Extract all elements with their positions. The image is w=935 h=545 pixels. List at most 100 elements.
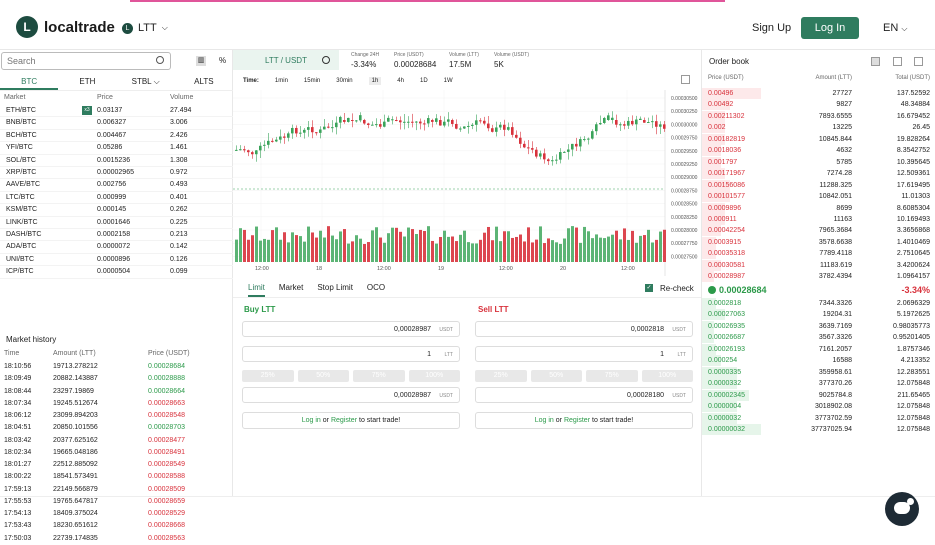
orderbook-row[interactable]: 0.0002818 7344.3326 2.0696329 [702,298,935,309]
sell-login-link[interactable]: Log in [535,417,554,424]
orderbook-row[interactable]: 0.0009896 8699 8.6085304 [702,202,935,214]
orderbook-row[interactable]: 0.0003915 3578.6638 1.4010469 [702,236,935,248]
orderbook-row[interactable]: 0.001797 5785 10.395645 [702,156,935,168]
orderbook-row[interactable]: 0.00026193 7161.2057 1.8757346 [702,343,935,355]
orderbook-row[interactable]: 0.00182819 10845.844 19.828264 [702,133,935,145]
sell-total-input[interactable]: 0,00028180 USDT [475,387,693,403]
history-row: 18:10:56 19713.278212 0.00028684 [0,361,233,373]
orderbook-row[interactable]: 0.00156086 11288.325 17.619495 [702,179,935,191]
orderbook-row[interactable]: 0.00026687 3567.3326 0.95201405 [702,332,935,344]
tab-eth[interactable]: ETH [58,74,116,90]
orderbook-row[interactable]: 0.00030581 11183.619 3.4200624 [702,259,935,271]
price-chart[interactable]: 0.00030500 0.00030250 0.00030000 0.00029750… [233,90,701,276]
market-price: 0.002756 [97,181,127,189]
market-row[interactable]: ADA/BTC 0.0000072 0.142 [0,241,233,254]
percent-button[interactable]: 75% [586,370,638,382]
orderbook-row[interactable]: 0.000911 11163 10.169493 [702,213,935,225]
percent-toggle[interactable]: % [219,56,226,65]
sell-price-input[interactable]: 0,0002818 USDT [475,321,693,337]
timeframe-1min[interactable]: 1min [275,78,288,84]
order-tab-market[interactable]: Market [279,283,303,297]
orderbook-row[interactable]: 0.00211302 7893.6555 16.679452 [702,110,935,122]
market-row[interactable]: YFI/BTC 0.05286 1.461 [0,142,233,155]
market-row[interactable]: KSM/BTC 0.000145 0.262 [0,204,233,217]
percent-button[interactable]: 25% [475,370,527,382]
orderbook-row[interactable]: 0.0000032 3773702.59 12.075848 [702,412,935,424]
market-row[interactable]: LINK/BTC 0.0001646 0.225 [0,217,233,229]
tab-stbl[interactable]: STBL ⌵ [117,74,175,90]
market-row[interactable]: ICP/BTC 0.0000504 0.099 [0,266,233,279]
buy-login-link[interactable]: Log in [302,417,321,424]
orderbook-both-icon[interactable] [871,57,880,66]
orderbook-row[interactable]: 0.00492 9827 48.34884 [702,99,935,111]
timeframe-30min[interactable]: 30min [336,78,352,84]
market-row[interactable]: ETH/BTC x3 0.03137 27.494 [0,105,233,118]
col-price[interactable]: Price [97,94,113,101]
coin-selector[interactable]: L LTT ⌵ [122,22,168,34]
orderbook-row[interactable]: 0.0000335 359958.61 12.283551 [702,366,935,378]
buy-register-link[interactable]: Register [331,417,357,424]
percent-button[interactable]: 100% [408,370,460,382]
search-input[interactable] [1,52,171,70]
logo[interactable]: L localtrade [16,16,115,38]
language-selector[interactable]: EN ⌵ [883,22,907,34]
percent-button[interactable]: 75% [353,370,405,382]
market-row[interactable]: UNI/BTC 0.0000896 0.126 [0,254,233,267]
market-row[interactable]: LTC/BTC 0.000999 0.401 [0,192,233,205]
order-tab-oco[interactable]: OCO [367,283,385,297]
chat-support-button[interactable] [885,492,919,526]
col-volume[interactable]: Volume [170,94,193,101]
timeframe-1h[interactable]: 1h [368,77,382,85]
orderbook-row[interactable]: 0.00496 27727 137.52592 [702,88,935,99]
orderbook-row[interactable]: 0.00028987 3782.4394 1.0964157 [702,271,935,283]
timeframe-4h[interactable]: 4h [397,78,404,84]
order-tab-limit[interactable]: Limit [248,283,265,297]
market-row[interactable]: XRP/BTC 0.00002965 0.972 [0,167,233,180]
history-row: 18:00:22 18541.573491 0.00028588 [0,471,233,483]
orderbook-row[interactable]: 0.00000032 37737025.94 12.075848 [702,423,935,435]
tab-btc[interactable]: BTC [0,74,59,90]
sell-amount-input[interactable]: 1 LTT [475,346,693,362]
percent-button[interactable]: 50% [297,370,349,382]
order-tab-stop-limit[interactable]: Stop Limit [317,283,353,297]
timeframe-15min[interactable]: 15min [304,78,320,84]
recheck-checkbox[interactable]: ✓ [645,284,653,292]
percent-button[interactable]: 100% [641,370,693,382]
orderbook-row[interactable]: 0.0000004 3018902.08 12.075848 [702,401,935,413]
signup-link[interactable]: Sign Up [752,22,791,34]
percent-button[interactable]: 50% [530,370,582,382]
timeframe-1D[interactable]: 1D [420,78,428,84]
orderbook-row[interactable]: 0.0018036 4632 8.3542752 [702,145,935,157]
orderbook-asks-icon[interactable] [914,57,923,66]
orderbook-row[interactable]: 0.00026935 3639.7169 0.98035773 [702,320,935,332]
market-row[interactable]: AAVE/BTC 0.002756 0.493 [0,179,233,192]
fullscreen-icon[interactable] [681,75,690,84]
market-row[interactable]: DASH/BTC 0.0002158 0.213 [0,229,233,242]
percent-button[interactable]: 25% [242,370,294,382]
orderbook-row[interactable]: 0.00101577 10842.051 11.01303 [702,191,935,203]
market-row[interactable]: BCH/BTC 0.004467 2.426 [0,130,233,143]
orderbook-row[interactable]: 0.0000332 377370.26 12.075848 [702,378,935,390]
orderbook-row[interactable]: 0.000254 16588 4.213352 [702,355,935,367]
login-button[interactable]: Log In [801,17,859,39]
orderbook-row[interactable]: 0.00035318 7789.4118 2.7510645 [702,248,935,260]
orderbook-row[interactable]: 0.002 13225 26.45 [702,122,935,134]
market-row[interactable]: SOL/BTC 0.0015236 1.308 [0,155,233,167]
sell-register-link[interactable]: Register [564,417,590,424]
orderbook-row[interactable]: 0.00027063 19204.31 5.1972625 [702,309,935,321]
orderbook-row[interactable]: 0.00002345 9025784.8 211.65465 [702,389,935,401]
chart-toggle-icon[interactable]: ▥ [196,56,206,66]
buy-amount-input[interactable]: 1 LTT [242,346,460,362]
candle-body [643,120,646,123]
market-row[interactable]: BNB/BTC 0.006327 3.006 [0,117,233,130]
pair-info-icon[interactable] [322,56,330,64]
buy-total-input[interactable]: 0,00028987 USDT [242,387,460,403]
orderbook-row[interactable]: 0.00042254 7965.3684 3.3656868 [702,225,935,237]
orderbook-bids-icon[interactable] [893,57,902,66]
tab-alts[interactable]: ALTS [175,74,233,90]
buy-price-input[interactable]: 0,00028987 USDT [242,321,460,337]
timeframe-1W[interactable]: 1W [444,78,453,84]
col-market[interactable]: Market [4,94,25,101]
orderbook-row[interactable]: 0.00171967 7274.28 12.509361 [702,168,935,180]
candle-body [479,120,482,122]
